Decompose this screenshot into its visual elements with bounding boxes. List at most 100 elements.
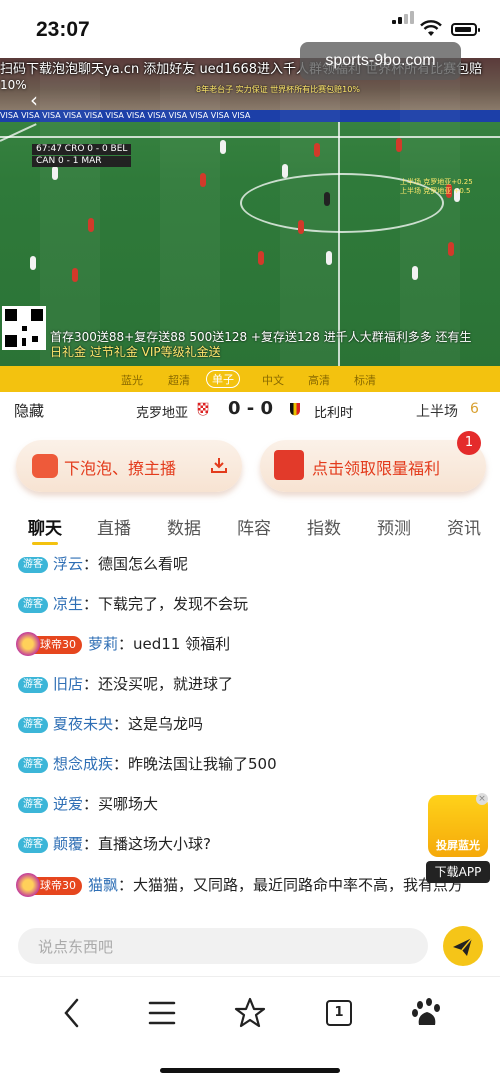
back-icon[interactable]: ‹	[30, 88, 38, 112]
claim-bonus-button[interactable]: 点击领取限量福利	[260, 440, 486, 492]
chat-text: ：德国怎么看呢	[83, 555, 189, 573]
tab-data[interactable]: 数据	[167, 514, 201, 539]
quality-option[interactable]: 蓝光	[121, 372, 143, 388]
tab-news[interactable]: 资讯	[447, 514, 481, 539]
bubble-icon	[32, 454, 58, 478]
vip-avatar-icon	[16, 873, 40, 897]
bottom-marquee-text: 首存300送88+复存送88 500送128 +复存送128 进千人大群福利多多…	[50, 330, 472, 344]
chat-input[interactable]	[36, 928, 420, 966]
away-team: 比利时	[314, 406, 354, 421]
chat-text: ：这是乌龙吗	[113, 715, 204, 733]
download-bubble-button[interactable]: 下泡泡、撩主播	[16, 440, 242, 492]
chat-message: 游客 逆爱：买哪场大	[18, 793, 480, 815]
score-row: 67:47 CRO 0 - 0 BEL	[32, 144, 132, 155]
tab-prediction[interactable]: 预测	[377, 514, 411, 539]
baidu-paw-icon[interactable]	[407, 995, 447, 1031]
chat-username[interactable]: 逆爱	[53, 795, 83, 813]
quality-option[interactable]: 标清	[354, 372, 376, 388]
video-player[interactable]: VISA VISA VISA VISA VISA VISA VISA VISA …	[0, 58, 500, 366]
promo-line: 8年老台子 实力保证 世界杯所有比赛包赔10%	[196, 85, 360, 94]
tabs-button[interactable]: 1	[318, 995, 358, 1031]
guest-tag: 游客	[18, 677, 48, 693]
guest-tag: 游客	[18, 837, 48, 853]
chat-input-bar	[0, 920, 500, 976]
download-icon	[211, 458, 227, 473]
vip-badge-label: 球帝30	[40, 879, 76, 892]
menu-icon[interactable]	[142, 995, 182, 1031]
download-app-float[interactable]: 投屏蓝光 下载APP	[426, 795, 490, 887]
chat-username[interactable]: 夏夜未央	[53, 715, 113, 733]
tab-count: 1	[326, 1000, 352, 1026]
send-button[interactable]	[443, 926, 483, 966]
hide-button[interactable]: 隐藏	[14, 400, 44, 421]
guest-tag: 游客	[18, 597, 48, 613]
vip-badge: 球帝30	[16, 632, 82, 656]
tab-lineup[interactable]: 阵容	[237, 514, 271, 539]
odds-overlay: 上半场 克罗地亚+0.25 上半场 克罗地亚 +0.5	[400, 178, 473, 196]
site-badge: sports-9bo.com	[300, 42, 461, 80]
chat-message: 游客 颠覆：直播这场大小球?	[18, 833, 480, 855]
tab-live[interactable]: 直播	[97, 514, 131, 539]
chat-message: 游客 夏夜未央：这是乌龙吗	[18, 713, 480, 735]
cast-app-label: 投屏蓝光	[436, 839, 480, 852]
back-icon[interactable]	[52, 995, 92, 1031]
tab-odds[interactable]: 指数	[307, 514, 341, 539]
match-info-bar: 隐藏 克罗地亚 0 - 0 比利时 上半场 6	[0, 392, 500, 430]
chat-text: ：还没买呢，就进球了	[83, 675, 234, 693]
chat-username[interactable]: 猫飘	[88, 876, 118, 894]
vip-badge-label: 球帝30	[40, 638, 76, 651]
close-icon[interactable]: ×	[476, 793, 488, 805]
quality-option[interactable]: 超清	[168, 372, 190, 388]
guest-tag: 游客	[18, 557, 48, 573]
vip-badge: 球帝30	[16, 873, 82, 897]
guest-tag: 游客	[18, 797, 48, 813]
tab-chat[interactable]: 聊天	[28, 514, 62, 539]
chat-text: ：ued11 领福利	[118, 635, 231, 653]
chat-message: 游客 想念成疾：昨晚法国让我输了500	[18, 753, 480, 775]
chat-username[interactable]: 凉生	[53, 595, 83, 613]
bottom-marquee: 首存300送88+复存送88 500送128 +复存送128 进千人大群福利多多…	[50, 330, 498, 360]
chat-username[interactable]: 颠覆	[53, 835, 83, 853]
guest-tag: 游客	[18, 717, 48, 733]
chat-text: ：直播这场大小球?	[83, 835, 211, 853]
claim-bonus-label: 点击领取限量福利	[312, 459, 441, 478]
chat-message: 球帝30 萝莉：ued11 领福利	[16, 632, 480, 656]
chat-text: ：昨晚法国让我输了500	[113, 755, 277, 773]
chat-username[interactable]: 旧店	[53, 675, 83, 693]
score-row: CAN 0 - 1 MAR	[32, 156, 132, 167]
chat-text: ：下载完了，发现不会玩	[83, 595, 249, 613]
bottom-marquee-highlight: 日礼金 过节礼金 VIP等级礼金送	[50, 345, 221, 359]
chat-username[interactable]: 萝莉	[88, 635, 118, 653]
croatia-flag-icon	[197, 402, 209, 416]
top-marquee-continued: 10%	[0, 78, 27, 92]
chat-message: 游客 浮云：德国怎么看呢	[18, 553, 480, 575]
quality-bar: 蓝光 超清 单子 中文 高清 标清	[0, 366, 500, 392]
wifi-icon	[420, 20, 442, 36]
guest-tag: 游客	[18, 757, 48, 773]
home-indicator[interactable]	[160, 1068, 340, 1073]
match-period: 上半场	[416, 404, 458, 420]
chat-message: 球帝30 猫飘：大猫猫，又同路，最近同路命中率不高，我有点方	[16, 873, 480, 897]
notification-badge: 1	[457, 431, 481, 455]
chat-message: 游客 凉生：下载完了，发现不会玩	[18, 593, 480, 615]
chat-message: 游客 旧店：还没买呢，就进球了	[18, 673, 480, 695]
score-overlay: 67:47 CRO 0 - 0 BEL CAN 0 - 1 MAR	[32, 144, 132, 168]
bookmark-star-icon[interactable]	[230, 995, 270, 1031]
chat-list[interactable]: 游客 浮云：德国怎么看呢 游客 凉生：下载完了，发现不会玩 球帝30 萝莉：ued11…	[0, 548, 500, 918]
quality-option[interactable]: 高清	[308, 372, 330, 388]
chat-username[interactable]: 浮云	[53, 555, 83, 573]
promo-row: 下泡泡、撩主播 点击领取限量福利	[0, 440, 500, 496]
chat-username[interactable]: 想念成疾	[53, 755, 113, 773]
send-icon	[453, 937, 473, 956]
odds-line: 上半场 克罗地亚 +0.5	[400, 187, 471, 195]
chat-text: ：大猫猫，又同路，最近同路命中率不高，我有点方	[118, 876, 464, 894]
quality-option-selected[interactable]: 单子	[206, 370, 240, 388]
belgium-flag-icon	[290, 403, 300, 416]
odds-line: 上半场 克罗地亚+0.25	[400, 178, 473, 186]
download-bubble-label: 下泡泡、撩主播	[64, 459, 177, 478]
download-app-button[interactable]: 下载APP	[426, 861, 490, 883]
battery-icon	[451, 23, 480, 36]
quality-option[interactable]: 中文	[262, 372, 284, 388]
match-minute: 6	[470, 401, 479, 417]
home-team: 克罗地亚	[136, 406, 189, 421]
